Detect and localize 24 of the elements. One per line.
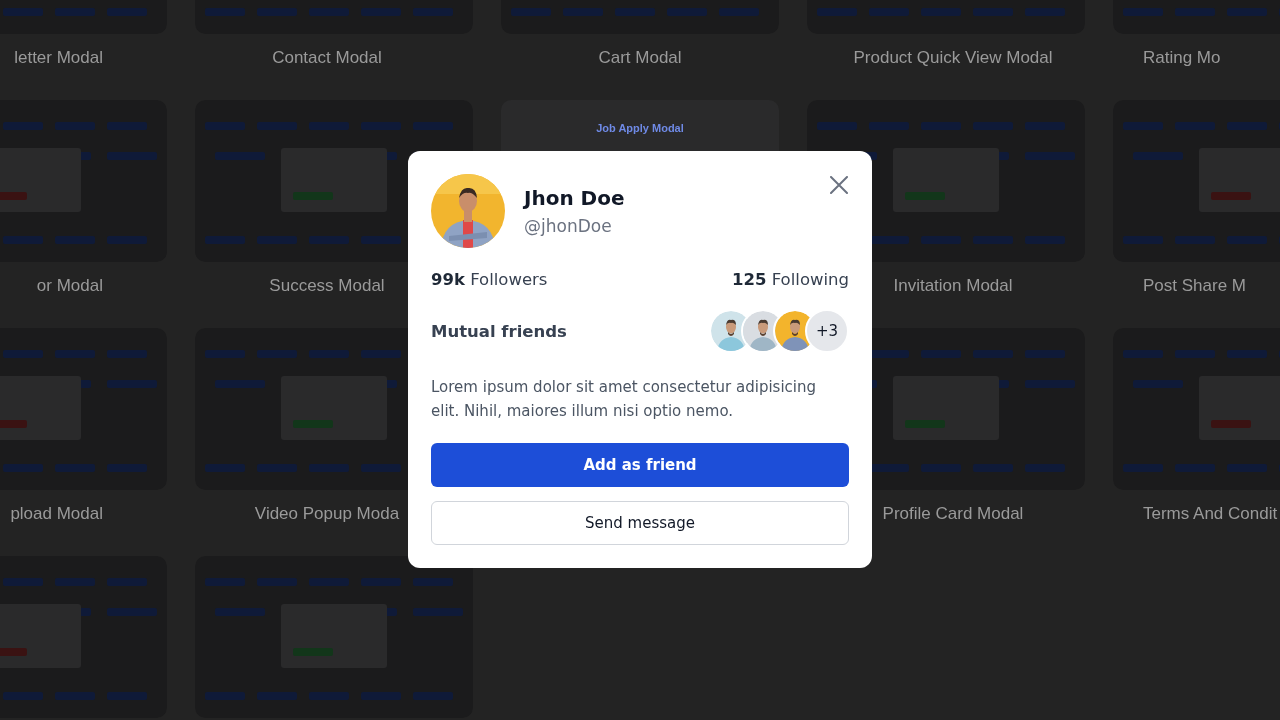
preview-title: Job Apply Modal <box>596 122 684 134</box>
following-count: 125 Following <box>732 270 849 289</box>
card-title: Video Popup Moda <box>254 504 400 523</box>
mutual-friends-label: Mutual friends <box>431 321 567 341</box>
followers-count: 99k Followers <box>431 270 548 289</box>
card-title: Contact Modal <box>272 48 382 67</box>
card-title: Terms And Condit <box>1143 504 1278 523</box>
card-title: Profile Card Modal <box>882 504 1024 523</box>
close-icon[interactable] <box>830 176 848 194</box>
card-title: or Modal <box>36 276 103 295</box>
card-title: Rating Mo <box>1143 48 1221 67</box>
card-title: letter Modal <box>14 48 103 67</box>
card-title: Success Modal <box>269 276 385 295</box>
card-title: Post Share M <box>1143 276 1246 295</box>
card-title: Invitation Modal <box>893 276 1013 295</box>
send-message-button[interactable]: Send message <box>431 501 849 545</box>
profile-handle: @jhonDoe <box>524 216 613 236</box>
card-title: Cart Modal <box>598 48 682 67</box>
card-title: pload Modal <box>10 504 103 523</box>
card-title: Product Quick View Modal <box>853 48 1053 67</box>
bio-text: Lorem ipsum dolor sit amet consectetur adipisicing elit. Nihil, maiores illum nisi optio nemo. <box>431 377 818 422</box>
profile-name: Jhon Doe <box>524 186 626 210</box>
add-friend-button[interactable]: Add as friend <box>431 443 849 487</box>
more-friends-badge: +3 <box>805 309 849 353</box>
